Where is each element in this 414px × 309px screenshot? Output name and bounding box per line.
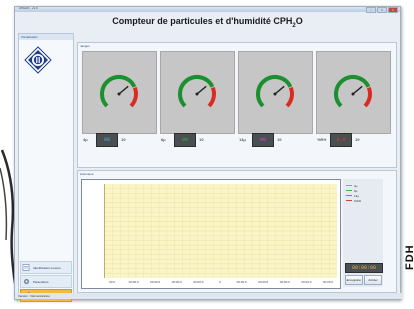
legend-swatch (346, 185, 352, 186)
gauge-needle (274, 85, 285, 95)
page-title: Compteur de particules et d'humidité CPH… (112, 16, 303, 29)
digital-display: 00 (174, 133, 196, 147)
x-tick-label: 00:00:0 (236, 280, 247, 284)
gauge-green-arc (178, 75, 215, 108)
gauge-dial (178, 75, 216, 108)
legend-swatch (346, 195, 352, 196)
timer-display: 00:00:00 (345, 263, 383, 273)
legend-label: 4µ (354, 183, 358, 188)
reading-label: 6µ (161, 137, 166, 142)
record-button[interactable]: Enregistrer (345, 275, 363, 285)
reading-label: %RH (317, 137, 327, 142)
reading-label: 14µ (239, 137, 246, 142)
gauges-header: Jauges (80, 44, 90, 48)
close-button[interactable]: x (388, 7, 398, 13)
reading-value: 19 (355, 137, 360, 142)
gauge-6u (160, 51, 235, 134)
nav-item-label: Identification mesure (33, 265, 61, 270)
x-tick-label: 00:00:0 (128, 280, 139, 284)
x-tick-label: 00:00:0 (171, 280, 182, 284)
gauge-green-arc (100, 75, 137, 108)
x-tick-label: 0 (219, 280, 221, 284)
legend-label: 6µ (354, 188, 358, 193)
legend-label: %RH (354, 198, 362, 203)
logo-icon (24, 46, 52, 74)
left-panel: Visualisation Identification mesure Para… (18, 33, 74, 302)
nav-item-identification[interactable]: Identification mesure (20, 261, 72, 274)
stop-button[interactable]: Arrêter (364, 275, 382, 285)
x-axis: 00:0 00:00:0 00:00:0 00:00:0 00:00:0 0 00:00:0… (104, 280, 336, 286)
gauge-needle (118, 85, 129, 95)
gauge-hub (195, 92, 199, 96)
history-chart: 00:0 00:00:0 00:00:0 00:00:0 00:00:0 0 00:00:0… (81, 179, 341, 289)
gauge-hub (117, 92, 121, 96)
side-label: FDH (404, 244, 414, 270)
gauge-hub (351, 92, 355, 96)
gauge-4u (82, 51, 157, 134)
reading-value: 19 (199, 137, 204, 142)
x-tick-label: 00:0 (109, 280, 115, 284)
legend-item: %RH (346, 198, 361, 203)
x-tick-label: 00:00:0 (193, 280, 204, 284)
window-titlebar: CPH2O - v1.0 – □ x (15, 6, 400, 13)
gauge-rh (316, 51, 391, 134)
nav-item-label: Paramètres (33, 279, 49, 284)
settings-icon (23, 278, 30, 285)
gauge-needle (196, 85, 207, 95)
history-header: Historique (80, 172, 94, 176)
digital-display: 00 (252, 133, 274, 147)
x-tick-label: 00:00:0 (150, 280, 161, 284)
gauge-red-arc (207, 86, 216, 108)
digital-display: 00 (96, 133, 118, 147)
legend-swatch (346, 200, 352, 201)
maximize-button[interactable]: □ (377, 7, 387, 13)
x-tick-label: 00:00:0 (279, 280, 290, 284)
x-tick-label: 00:00:0 (258, 280, 269, 284)
chart-legend: 4µ 6µ 14µ %RH (346, 183, 361, 203)
digital-display: 0.0 (330, 133, 352, 147)
gauge-hub (273, 92, 277, 96)
reading-value: 19 (121, 137, 126, 142)
gauge-red-arc (285, 86, 294, 108)
x-tick-label: 00:00:0 (301, 280, 312, 284)
gauge-dial (334, 75, 372, 108)
legend-swatch (346, 190, 352, 191)
gauge-red-arc (363, 86, 372, 108)
chart-side-panel: 4µ 6µ 14µ %RH 00:00:00 Enregistrer Arrêter (343, 179, 383, 287)
gauge-red-arc (129, 86, 138, 108)
reading-label: 4µ (83, 137, 88, 142)
x-tick-label: 00:00:0 (322, 280, 334, 284)
gauges-group: Jauges 4µ 00 19 6µ 00 19 14µ 00 19 %RH 0… (77, 42, 397, 168)
legend-label: 14µ (354, 193, 360, 198)
chart-plot-area (104, 184, 337, 278)
gauge-dial (100, 75, 138, 108)
reading-value: 19 (277, 137, 282, 142)
minimize-button[interactable]: – (366, 7, 376, 13)
gauge-dial (256, 75, 294, 108)
app-window: CPH2O - v1.0 – □ x Compteur de particule… (14, 6, 403, 302)
document-icon (22, 264, 30, 271)
gauge-14u (238, 51, 313, 134)
window-title: CPH2O - v1.0 (19, 6, 38, 10)
history-group: Historique 00:0 00:00:0 00:00:0 00:00:0 00:0… (77, 170, 397, 293)
gauge-green-arc (256, 75, 293, 108)
left-panel-header: Visualisation (19, 34, 73, 40)
nav-item-parametres[interactable]: Paramètres (20, 275, 72, 288)
gauge-needle (352, 85, 363, 95)
status-bar: Version : Démonstration (15, 293, 403, 299)
gauge-green-arc (334, 75, 371, 108)
